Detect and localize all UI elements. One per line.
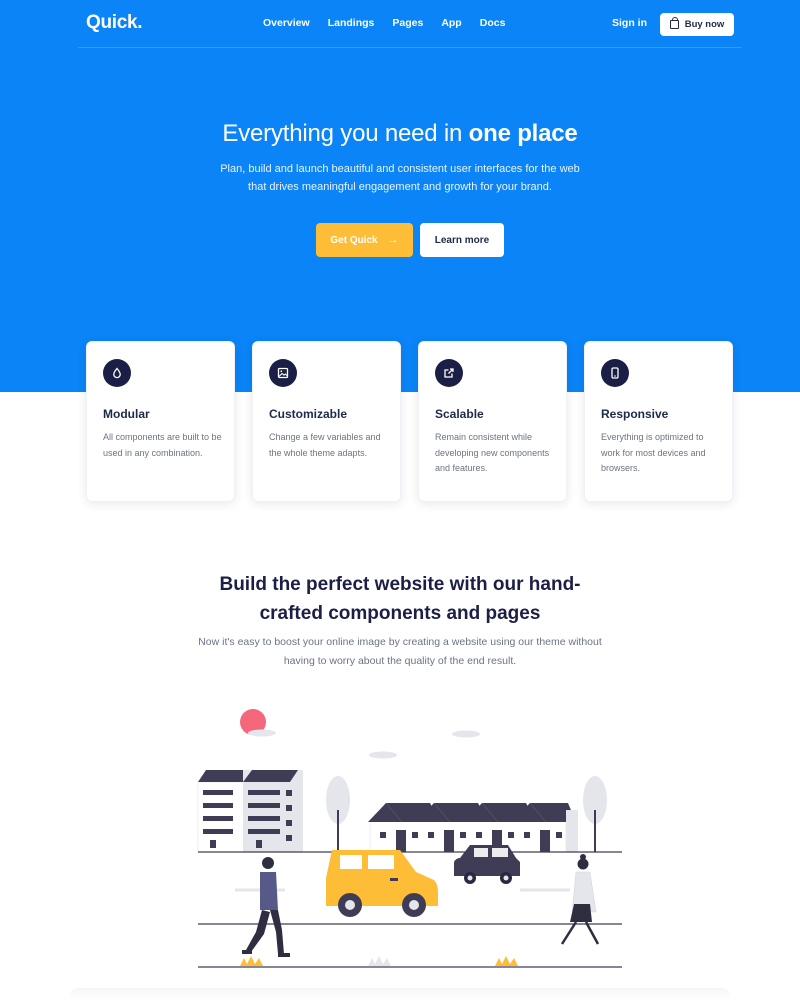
nav-link-app[interactable]: App <box>441 17 461 29</box>
card-title: Customizable <box>269 407 348 421</box>
nav-link-docs[interactable]: Docs <box>480 17 506 29</box>
card-text: Remain consistent while developing new c… <box>435 432 550 473</box>
card-text: All components are built to be used in a… <box>103 432 222 458</box>
shopping-bag-icon <box>669 17 679 29</box>
logo[interactable]: Quick. <box>86 12 143 34</box>
hero-subtitle: Plan, build and launch beautiful and con… <box>220 163 580 193</box>
hero-title-regular: Everything you need in <box>222 120 469 147</box>
section-subtitle: Now it's easy to boost your online image… <box>198 636 602 667</box>
nav-divider <box>78 47 742 48</box>
hero-section <box>0 0 800 392</box>
feature-card-customizable: Customizable Change a few variables and … <box>252 341 401 502</box>
buy-now-label: Buy now <box>684 19 725 30</box>
nav-link-landings[interactable]: Landings <box>328 17 375 29</box>
section-title: Build the perfect website with our hand-… <box>219 574 581 624</box>
buy-now-button[interactable]: Buy now <box>660 13 734 36</box>
sign-in-link[interactable]: Sign in <box>612 17 647 29</box>
hero-title: Everything you need in one place <box>0 120 800 148</box>
nav-links: Overview Landings Pages App Docs <box>263 17 523 29</box>
card-title: Scalable <box>435 407 484 421</box>
city-street-illustration <box>197 709 622 968</box>
card-text: Everything is optimized to work for most… <box>601 432 706 473</box>
arrow-right-icon: → <box>387 234 399 246</box>
image-icon <box>269 359 297 387</box>
top-navbar: Quick. Overview Landings Pages App Docs … <box>0 0 800 48</box>
card-title: Modular <box>103 407 150 421</box>
feature-card-scalable: Scalable Remain consistent while develop… <box>418 341 567 502</box>
nav-link-pages[interactable]: Pages <box>392 17 423 29</box>
get-quick-button[interactable]: Get Quick → <box>316 223 413 257</box>
learn-more-button[interactable]: Learn more <box>420 223 504 257</box>
card-text: Change a few variables and the whole the… <box>269 432 381 458</box>
hero-title-bold: one place <box>468 120 578 147</box>
nav-link-overview[interactable]: Overview <box>263 17 310 29</box>
mobile-icon <box>601 359 629 387</box>
external-link-icon <box>435 359 463 387</box>
droplet-icon <box>103 359 131 387</box>
feature-card-responsive: Responsive Everything is optimized to wo… <box>584 341 733 502</box>
feature-card-modular: Modular All components are built to be u… <box>86 341 235 502</box>
get-quick-label: Get Quick <box>330 234 378 246</box>
next-section-edge <box>70 988 730 1000</box>
card-title: Responsive <box>601 407 669 421</box>
